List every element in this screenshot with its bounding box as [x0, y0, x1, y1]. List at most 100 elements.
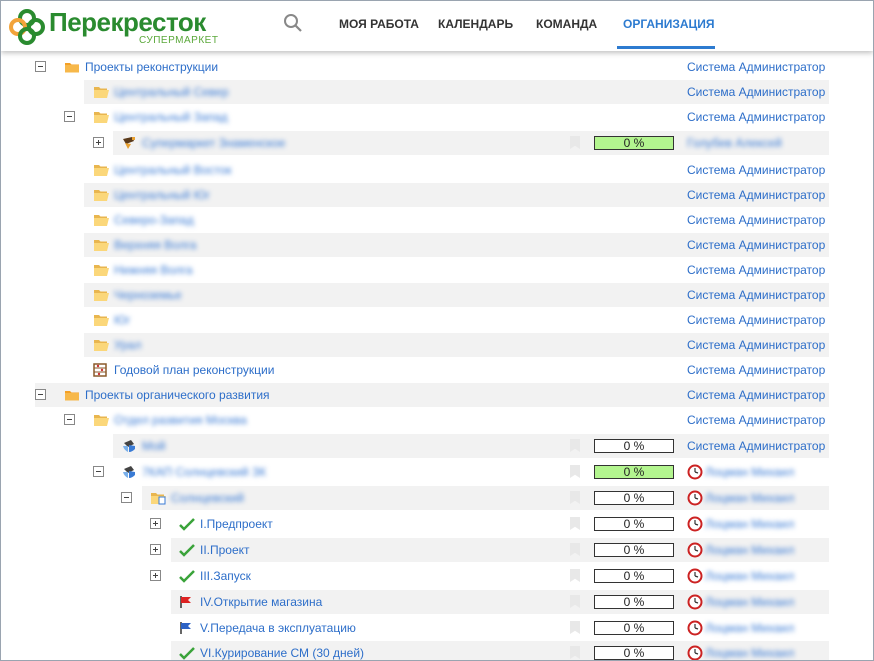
progress-value: 0 % — [594, 646, 674, 660]
tree-item-label[interactable]: Верхняя Волга — [114, 233, 196, 257]
tree-item-label[interactable]: Мой — [142, 434, 166, 458]
tree-item-label[interactable]: Проекты органического развития — [85, 383, 270, 407]
tree-item-label[interactable]: Центральный Юг — [114, 183, 210, 207]
bookmark-icon[interactable] — [570, 543, 580, 556]
tree-item-label[interactable]: 7КАП Солнцевский ЗК — [142, 460, 266, 484]
nav-team[interactable]: КОМАНДА — [536, 17, 597, 31]
tree-item-label[interactable]: Центральный Восток — [114, 158, 232, 182]
owner-admin[interactable]: Система Администратор — [687, 158, 825, 182]
tree-row[interactable]: Проекты органического развития Система Ад… — [35, 383, 829, 407]
expand-toggle[interactable] — [150, 518, 161, 529]
tree-row[interactable]: III.Запуск 0 % Лоцман Михаил — [150, 564, 829, 588]
tree-row[interactable]: Отдел развития Москва Система Администрат… — [64, 408, 829, 432]
owner-admin[interactable]: Система Администратор — [687, 383, 825, 407]
tree-row[interactable]: Центральный Юг Система Администратор — [84, 183, 829, 207]
expand-toggle[interactable] — [150, 544, 161, 555]
owner-person[interactable]: Лоцман Михаил — [705, 590, 794, 614]
tree-row[interactable]: Супермаркет Знаменское 0 % Голубев Алексей — [93, 131, 829, 155]
owner-admin[interactable]: Система Администратор — [687, 283, 825, 307]
owner-admin[interactable]: Система Администратор — [687, 358, 825, 382]
owner-admin[interactable]: Система Администратор — [687, 80, 825, 104]
tree-row[interactable]: Северо-Запад Система Администратор — [84, 208, 829, 232]
owner-person[interactable]: Лоцман Михаил — [705, 616, 794, 640]
tree-item-label[interactable]: II.Проект — [200, 538, 250, 562]
owner-person[interactable]: Лоцман Михаил — [705, 564, 794, 588]
collapse-toggle[interactable] — [35, 61, 46, 72]
nav-calendar[interactable]: КАЛЕНДАРЬ — [438, 17, 513, 31]
bookmark-icon[interactable] — [570, 517, 580, 530]
tree-item-label[interactable]: Юг — [114, 308, 131, 332]
owner-person[interactable]: Лоцман Михаил — [705, 486, 794, 510]
tree-item-label[interactable]: Урал — [114, 333, 141, 357]
tree-row[interactable]: IV.Открытие магазина 0 % Лоцман Михаил — [171, 590, 829, 614]
tree-item-label[interactable]: VI.Курирование СМ (30 дней) — [200, 641, 364, 660]
progress-value: 0 % — [594, 136, 674, 150]
tree-item-label[interactable]: Отдел развития Москва — [114, 408, 247, 432]
nav-organization[interactable]: ОРГАНИЗАЦИЯ — [623, 17, 715, 31]
flag-blue-icon — [179, 621, 193, 638]
tree-item-label[interactable]: I.Предпроект — [200, 512, 273, 536]
search-icon[interactable] — [283, 13, 303, 33]
owner-admin[interactable]: Система Администратор — [687, 233, 825, 257]
tree-row[interactable]: Урал Система Администратор — [84, 333, 829, 357]
owner-admin[interactable]: Система Администратор — [687, 434, 825, 458]
tree-row[interactable]: Центральный Восток Система Администратор — [84, 158, 829, 182]
tree-item-label[interactable]: V.Передача в эксплуатацию — [200, 616, 356, 640]
tree-row[interactable]: Проекты реконструкции Система Администрат… — [35, 55, 829, 79]
bookmark-icon[interactable] — [570, 646, 580, 659]
tree-row[interactable]: 7КАП Солнцевский ЗК 0 % Лоцман Михаил — [93, 460, 829, 484]
expand-toggle[interactable] — [93, 137, 104, 148]
tree-row[interactable]: Черноземье Система Администратор — [84, 283, 829, 307]
owner-admin[interactable]: Система Администратор — [687, 55, 825, 79]
expand-toggle[interactable] — [150, 570, 161, 581]
bookmark-icon[interactable] — [570, 621, 580, 634]
owner-admin[interactable]: Система Администратор — [687, 208, 825, 232]
collapse-toggle[interactable] — [64, 111, 75, 122]
owner-admin[interactable]: Система Администратор — [687, 308, 825, 332]
owner-admin[interactable]: Система Администратор — [687, 258, 825, 282]
tree-item-label[interactable]: Годовой план реконструкции — [114, 358, 274, 382]
tree-item-label[interactable]: Супермаркет Знаменское — [142, 131, 285, 155]
tree-row[interactable]: Солнцевский 0 % Лоцман Михаил — [121, 486, 829, 510]
collapse-toggle[interactable] — [35, 389, 46, 400]
owner-person[interactable]: Лоцман Михаил — [705, 460, 794, 484]
bookmark-icon[interactable] — [570, 491, 580, 504]
owner-person[interactable]: Лоцман Михаил — [705, 512, 794, 536]
tree-row[interactable]: Центральный Запад Система Администратор — [64, 105, 829, 129]
tree-row[interactable]: V.Передача в эксплуатацию 0 % Лоцман Михаи… — [171, 616, 829, 640]
owner-admin[interactable]: Система Администратор — [687, 333, 825, 357]
tree-item-label[interactable]: III.Запуск — [200, 564, 251, 588]
tree-row[interactable]: VI.Курирование СМ (30 дней) 0 % Лоцман Мих… — [171, 641, 829, 660]
owner-person[interactable]: Голубев Алексей — [687, 131, 782, 155]
bookmark-icon[interactable] — [570, 136, 580, 149]
bookmark-icon[interactable] — [570, 439, 580, 452]
tree-row[interactable]: Мой 0 % Система Администратор — [113, 434, 829, 458]
owner-admin[interactable]: Система Администратор — [687, 105, 825, 129]
tree-item-label[interactable]: Солнцевский — [171, 486, 244, 510]
owner-person[interactable]: Лоцман Михаил — [705, 538, 794, 562]
tree-item-label[interactable]: Проекты реконструкции — [85, 55, 218, 79]
tree-item-label[interactable]: Центральный Север — [114, 80, 229, 104]
tree-item-label[interactable]: Черноземье — [114, 283, 182, 307]
tree-item-label[interactable]: Северо-Запад — [114, 208, 194, 232]
tree-row[interactable]: Центральный Север Система Администратор — [84, 80, 829, 104]
bookmark-icon[interactable] — [570, 595, 580, 608]
collapse-toggle[interactable] — [64, 414, 75, 425]
collapse-toggle[interactable] — [121, 492, 132, 503]
tree-item-label[interactable]: IV.Открытие магазина — [200, 590, 322, 614]
owner-admin[interactable]: Система Администратор — [687, 183, 825, 207]
owner-admin[interactable]: Система Администратор — [687, 408, 825, 432]
collapse-toggle[interactable] — [93, 466, 104, 477]
tree-row[interactable]: Нижняя Волга Система Администратор — [84, 258, 829, 282]
bookmark-icon[interactable] — [570, 465, 580, 478]
tree-row[interactable]: I.Предпроект 0 % Лоцман Михаил — [150, 512, 829, 536]
tree-row[interactable]: Юг Система Администратор — [84, 308, 829, 332]
tree-item-label[interactable]: Центральный Запад — [114, 105, 228, 129]
tree-row[interactable]: Верхняя Волга Система Администратор — [84, 233, 829, 257]
owner-person[interactable]: Лоцман Михаил — [705, 641, 794, 660]
tree-item-label[interactable]: Нижняя Волга — [114, 258, 193, 282]
tree-row[interactable]: II.Проект 0 % Лоцман Михаил — [150, 538, 829, 562]
tree-row[interactable]: Годовой план реконструкции Система Админи… — [84, 358, 829, 382]
nav-my-work[interactable]: МОЯ РАБОТА — [339, 17, 419, 31]
bookmark-icon[interactable] — [570, 569, 580, 582]
